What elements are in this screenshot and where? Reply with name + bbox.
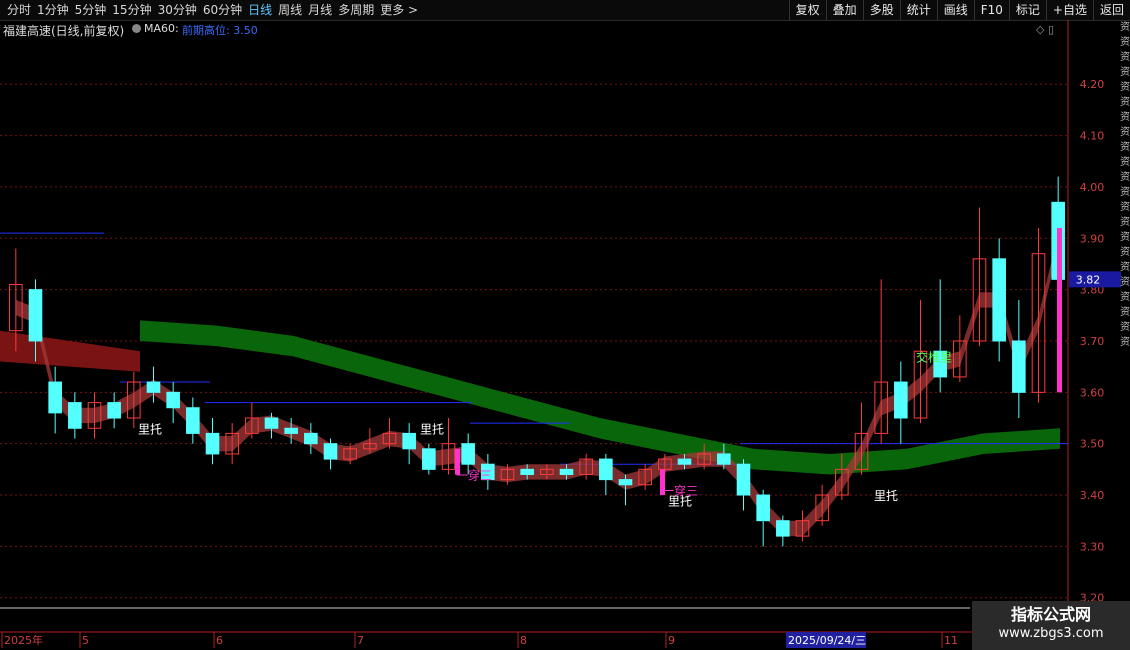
candle-body	[599, 458, 613, 481]
candle-body	[28, 289, 43, 342]
signal-bar	[660, 469, 665, 496]
panel-icon[interactable]: ▯	[1048, 23, 1054, 36]
ma60-ribbon-green	[140, 320, 1060, 475]
tab-more[interactable]: 更多 >	[377, 2, 421, 18]
signal-annotation: 里托	[138, 422, 162, 436]
candle-body	[618, 479, 633, 486]
x-tick-label: 9	[668, 634, 675, 647]
f10-button[interactable]: F10	[973, 0, 1009, 20]
y-tick-label: 3.60	[1080, 386, 1105, 399]
candle-body	[736, 463, 751, 496]
watermark-line2: www.zbgs3.com	[998, 626, 1104, 641]
y-tick-label: 3.90	[1080, 232, 1105, 245]
mark-button[interactable]: 标记	[1008, 0, 1046, 20]
add-watchlist-button[interactable]: +自选	[1045, 0, 1093, 20]
ma60-text: MA60:	[144, 22, 179, 35]
legend-prior-high: 前期高位: 3.50	[182, 22, 258, 38]
y-tick-label: 3.40	[1080, 489, 1105, 502]
toolbar: 分时 1分钟 5分钟 15分钟 30分钟 60分钟 日线 周线 月线 多周期 更…	[0, 0, 1130, 21]
chart-info-bar: 福建高速(日线,前复权) MA60: 前期高位: 3.50 ◇ ▯	[0, 20, 1068, 38]
candle-body	[756, 494, 770, 522]
candle-body	[166, 391, 180, 409]
period-tabs: 分时 1分钟 5分钟 15分钟 30分钟 60分钟 日线 周线 月线 多周期 更…	[4, 2, 421, 18]
right-side-strip: 资资资资资资资资资资资资资资资资资资资资资资	[1120, 22, 1130, 348]
legend-value: 3.50	[233, 24, 258, 37]
restore-rights-button[interactable]: 复权	[788, 0, 826, 20]
tab-multi-period[interactable]: 多周期	[335, 2, 377, 18]
diamond-icon[interactable]: ◇	[1036, 23, 1044, 36]
candle-body	[284, 427, 298, 434]
y-tick-label: 3.70	[1080, 335, 1105, 348]
candle-body	[323, 443, 338, 460]
candle-body	[48, 381, 62, 414]
candle-body	[677, 458, 692, 465]
watermark: 指标公式网 www.zbgs3.com	[972, 601, 1130, 650]
candle-body	[68, 402, 82, 429]
signal-bar	[455, 448, 460, 475]
indicator-toggle-icon[interactable]	[132, 24, 141, 33]
x-tick-label: 6	[216, 634, 223, 647]
x-tick-label: 7	[357, 634, 364, 647]
action-buttons: 复权 叠加 多股 统计 画线 F10 标记 +自选 返回	[788, 0, 1130, 20]
draw-line-button[interactable]: 画线	[936, 0, 974, 20]
watermark-line1: 指标公式网	[1010, 605, 1091, 624]
tab-60min[interactable]: 60分钟	[200, 2, 245, 18]
legend-label: 前期高位:	[182, 24, 230, 37]
x-tick-label: 11	[944, 634, 958, 647]
price-chart[interactable]: 4.204.104.003.903.803.703.603.503.403.30…	[0, 20, 1130, 650]
signal-annotation: 里托	[420, 422, 444, 436]
x-tick-label: 2025/09/24/三	[788, 634, 866, 647]
candle-body	[422, 448, 436, 470]
ma60-ribbon-red	[0, 330, 140, 372]
tab-5min[interactable]: 5分钟	[72, 2, 110, 18]
tab-weekly[interactable]: 周线	[275, 2, 305, 18]
signal-annotation: 里托	[874, 489, 898, 503]
y-tick-label: 4.00	[1080, 181, 1105, 194]
candle-body	[264, 417, 279, 429]
chart-settings-icons[interactable]: ◇ ▯	[1036, 23, 1054, 36]
candle-body	[146, 381, 161, 393]
candle-body	[776, 520, 790, 537]
tab-daily[interactable]: 日线	[245, 2, 275, 18]
candle-body	[992, 258, 1006, 342]
tab-fenshi[interactable]: 分时	[4, 2, 34, 18]
candle-body	[107, 402, 121, 419]
candle-body	[559, 468, 574, 475]
tab-1min[interactable]: 1分钟	[34, 2, 72, 18]
tab-15min[interactable]: 15分钟	[109, 2, 154, 18]
y-tick-label: 4.10	[1080, 130, 1105, 143]
y-tick-label: 4.20	[1080, 78, 1105, 91]
last-price-value: 3.82	[1076, 273, 1101, 286]
signal-annotation: 里托	[668, 494, 692, 508]
multi-stock-button[interactable]: 多股	[862, 0, 900, 20]
candle-body	[894, 381, 908, 419]
signal-annotation: 一穿三	[456, 468, 492, 483]
ma60-label[interactable]: MA60:	[132, 22, 179, 35]
candle-body	[205, 432, 220, 455]
overlay-button[interactable]: 叠加	[825, 0, 863, 20]
statistics-button[interactable]: 统计	[899, 0, 937, 20]
x-tick-label: 8	[520, 634, 527, 647]
candle-body	[461, 443, 475, 465]
signal-annotation: 交椎里	[916, 350, 952, 365]
tab-monthly[interactable]: 月线	[305, 2, 335, 18]
y-tick-label: 3.30	[1080, 540, 1105, 553]
candle-body	[304, 432, 318, 445]
candle-body	[1012, 340, 1026, 393]
candle-body	[520, 468, 534, 475]
y-tick-label: 3.50	[1080, 438, 1105, 451]
x-tick-label: 2025年	[4, 633, 43, 647]
candle-body	[402, 432, 416, 450]
back-button[interactable]: 返回	[1092, 0, 1130, 20]
tab-30min[interactable]: 30分钟	[155, 2, 200, 18]
signal-bar	[1057, 228, 1062, 393]
x-tick-label: 5	[82, 634, 89, 647]
candle-body	[717, 453, 731, 465]
chart-title: 福建高速(日线,前复权)	[3, 24, 125, 38]
candle-body	[186, 407, 200, 434]
